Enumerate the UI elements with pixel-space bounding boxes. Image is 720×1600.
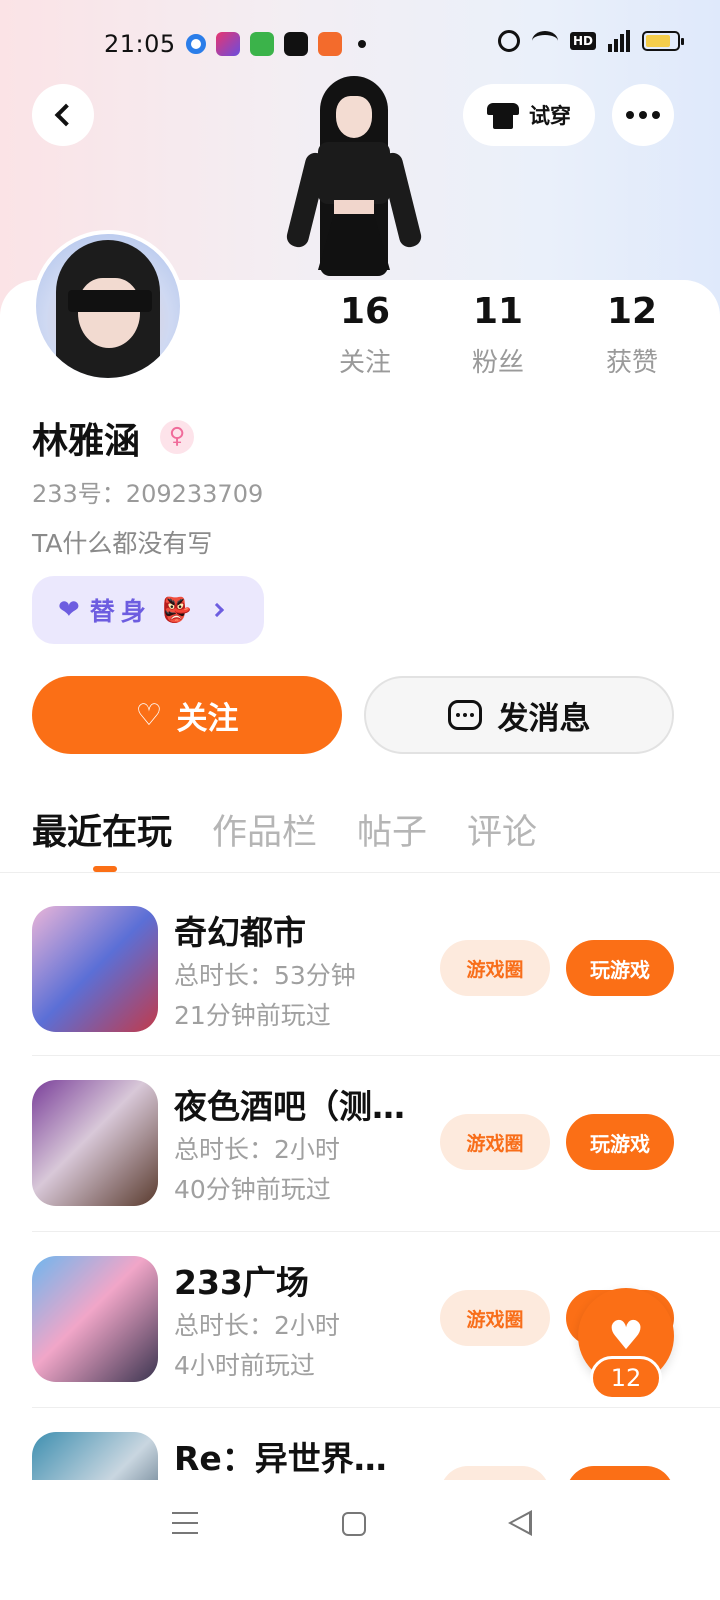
avatar-substitute-chip[interactable]: ❤ 替身 👺	[32, 576, 264, 644]
heart-icon: ❤	[58, 595, 80, 625]
tab-works[interactable]: 作品栏	[212, 804, 317, 855]
avatar-3d-figure[interactable]	[284, 72, 424, 284]
game-last-played: 4小时前玩过	[174, 1351, 315, 1380]
follow-label: 关注	[176, 700, 239, 737]
app-notification-icon	[318, 32, 342, 56]
more-options-button[interactable]	[612, 84, 674, 146]
send-message-button[interactable]: 发消息	[364, 676, 674, 754]
game-duration: 总时长：2小时	[174, 1135, 340, 1164]
chip-label: 替身	[89, 597, 152, 626]
stat-count: 11	[472, 291, 524, 332]
app-notification-icon	[216, 32, 240, 56]
divider	[0, 872, 720, 873]
stat-count: 16	[339, 291, 391, 332]
game-title: 奇幻都市	[174, 913, 306, 952]
status-time: 21:05	[104, 30, 176, 58]
tab-comments[interactable]: 评论	[467, 804, 537, 855]
stat-following[interactable]: 16 关注	[310, 290, 420, 379]
message-label: 发消息	[497, 700, 591, 737]
more-dot-icon	[626, 111, 634, 119]
app-notification-icon	[186, 34, 206, 54]
follow-button[interactable]: ♡ 关注	[32, 676, 342, 754]
game-duration: 总时长：2小时	[174, 1311, 340, 1340]
profile-tabs: 最近在玩 作品栏 帖子 评论	[32, 804, 577, 855]
female-gender-icon: ♀	[160, 420, 194, 454]
play-game-button[interactable]	[566, 1466, 674, 1480]
game-icon	[32, 1432, 158, 1480]
game-icon	[32, 1080, 158, 1206]
alarm-icon	[497, 30, 520, 52]
game-last-played: 21分钟前玩过	[174, 1001, 331, 1030]
list-item[interactable]: Re：异世界…	[0, 1408, 720, 1480]
chevron-right-icon	[209, 602, 224, 618]
home-icon[interactable]	[342, 1512, 366, 1536]
menu-icon[interactable]	[172, 1512, 198, 1534]
wifi-icon	[531, 31, 558, 51]
user-name: 林雅涵	[32, 421, 141, 462]
more-notifications-dot-icon	[358, 40, 366, 48]
heart-icon: ♥	[608, 1313, 644, 1359]
try-on-button[interactable]: 试穿	[463, 84, 595, 146]
like-count-badge: 12	[590, 1356, 662, 1400]
back-button[interactable]	[32, 84, 94, 146]
avatar[interactable]	[32, 230, 184, 382]
game-icon	[32, 906, 158, 1032]
stat-count: 12	[606, 291, 658, 332]
system-icons: HD	[497, 30, 684, 52]
game-circle-button[interactable]: 游戏圈	[440, 940, 550, 996]
game-duration: 总时长：53分钟	[174, 961, 356, 990]
system-navigation-bar	[0, 1480, 720, 1600]
more-dot-icon	[639, 111, 647, 119]
signal-icon	[608, 30, 630, 52]
back-triangle-icon[interactable]	[508, 1510, 532, 1536]
game-title: 233广场	[174, 1263, 309, 1302]
try-on-label: 试穿	[529, 104, 571, 128]
stat-label: 关注	[338, 348, 391, 378]
goblin-mask-icon: 👺	[161, 596, 192, 624]
list-item[interactable]: 夜色酒吧（测… 总时长：2小时 40分钟前玩过 游戏圈 玩游戏	[0, 1056, 720, 1232]
battery-icon	[642, 31, 684, 51]
stat-label: 获赞	[605, 348, 658, 378]
shirt-icon	[487, 101, 519, 129]
game-circle-button[interactable]: 游戏圈	[440, 1290, 550, 1346]
stat-followers[interactable]: 11 粉丝	[443, 290, 553, 379]
game-icon	[32, 1256, 158, 1382]
chevron-left-icon	[54, 103, 78, 127]
game-last-played: 40分钟前玩过	[174, 1175, 331, 1204]
notification-icons	[186, 32, 366, 56]
heart-plus-icon: ♡	[135, 697, 163, 733]
user-bio: TA什么都没有写	[32, 529, 213, 558]
chat-bubble-icon	[447, 700, 482, 730]
game-title: Re：异世界…	[174, 1439, 387, 1478]
more-dot-icon	[652, 111, 660, 119]
tiktok-icon	[284, 32, 308, 56]
play-game-button[interactable]: 玩游戏	[566, 1114, 674, 1170]
game-circle-button[interactable]: 游戏圈	[440, 1114, 550, 1170]
list-item[interactable]: 奇幻都市 总时长：53分钟 21分钟前玩过 游戏圈 玩游戏	[0, 880, 720, 1056]
stat-label: 粉丝	[471, 348, 524, 378]
game-title: 夜色酒吧（测…	[174, 1087, 405, 1126]
tab-recently-played[interactable]: 最近在玩	[32, 804, 172, 855]
user-id[interactable]: 233号：209233709	[32, 474, 263, 509]
hd-icon: HD	[569, 32, 596, 50]
app-notification-icon	[250, 32, 274, 56]
stat-likes[interactable]: 12 获赞	[577, 290, 687, 379]
game-circle-button[interactable]	[440, 1466, 550, 1480]
play-game-button[interactable]: 玩游戏	[566, 940, 674, 996]
tab-posts[interactable]: 帖子	[357, 804, 427, 855]
